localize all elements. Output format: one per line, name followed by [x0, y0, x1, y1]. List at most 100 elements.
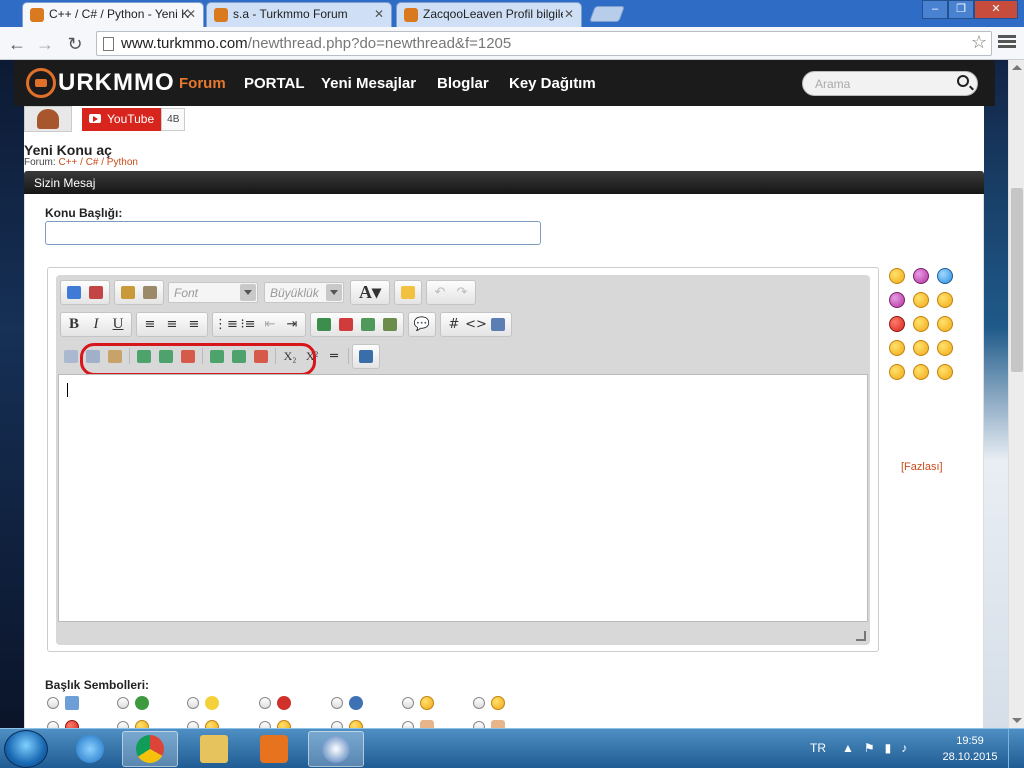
- maximize-button[interactable]: ❐: [948, 0, 974, 19]
- smiley-icon[interactable]: [889, 316, 905, 332]
- smiley-icon[interactable]: [937, 364, 953, 380]
- symbol-radio[interactable]: [473, 697, 485, 709]
- italic-button[interactable]: I: [85, 314, 107, 334]
- source-mode-icon[interactable]: [355, 346, 377, 366]
- outdent-icon[interactable]: ⇤: [259, 314, 281, 334]
- reload-icon[interactable]: ↻: [64, 33, 86, 55]
- close-tab-icon[interactable]: ✕: [374, 3, 384, 26]
- indent-icon[interactable]: ⇥: [281, 314, 303, 334]
- align-right-icon[interactable]: ≡: [183, 314, 205, 334]
- smiley-icon[interactable]: [913, 292, 929, 308]
- close-window-button[interactable]: ✕: [974, 0, 1018, 19]
- site-logo[interactable]: URKMMO: [26, 67, 175, 99]
- more-smilies-link[interactable]: [Fazlası]: [901, 461, 943, 473]
- subject-input[interactable]: [45, 221, 541, 245]
- align-left-icon[interactable]: ≡: [139, 314, 161, 334]
- avatar[interactable]: [24, 106, 72, 132]
- action-center-icon[interactable]: ⚑: [864, 741, 875, 755]
- remove-link-icon[interactable]: [335, 314, 357, 334]
- back-icon[interactable]: ←: [6, 33, 28, 55]
- search-input[interactable]: Arama: [802, 71, 978, 96]
- system-clock[interactable]: 19:59 28.10.2015: [942, 733, 998, 765]
- smiley-icon[interactable]: [913, 340, 929, 356]
- language-indicator[interactable]: TR: [810, 741, 826, 755]
- align-center-icon[interactable]: ≡: [161, 314, 183, 334]
- smiley-icon[interactable]: [913, 268, 929, 284]
- minimize-button[interactable]: –: [922, 0, 948, 19]
- page-scrollbar[interactable]: [1008, 60, 1024, 728]
- ordered-list-icon[interactable]: ⋮≡: [214, 314, 238, 334]
- insert-link-icon[interactable]: [313, 314, 335, 334]
- close-tab-icon[interactable]: ✕: [186, 3, 196, 26]
- font-select[interactable]: Font: [168, 281, 258, 303]
- smiley-icon[interactable]: [889, 292, 905, 308]
- symbol-radio[interactable]: [187, 697, 199, 709]
- smiley-icon[interactable]: [889, 268, 905, 284]
- scroll-down-icon[interactable]: [1012, 718, 1022, 723]
- breadcrumb-link[interactable]: C++ / C# / Python: [58, 157, 138, 168]
- volume-icon[interactable]: ♪: [901, 741, 907, 755]
- insert-image-icon[interactable]: [357, 314, 379, 334]
- browser-tab[interactable]: C++ / C# / Python - Yeni K ✕: [22, 2, 204, 27]
- network-icon[interactable]: ▮: [885, 741, 892, 755]
- smiley-icon[interactable]: [937, 316, 953, 332]
- youtube-button[interactable]: YouTube 4B: [82, 108, 186, 131]
- browser-tab[interactable]: ZacqooLeaven Profil bilgile ✕: [396, 2, 582, 27]
- smiley-icon[interactable]: [889, 364, 905, 380]
- nav-new-posts[interactable]: Yeni Mesajlar: [321, 75, 416, 92]
- smiley-icon[interactable]: [937, 340, 953, 356]
- unordered-list-icon[interactable]: ⁝≡: [237, 314, 259, 334]
- bold-button[interactable]: B: [63, 314, 85, 334]
- underline-button[interactable]: U: [107, 314, 129, 334]
- clear-format-icon[interactable]: [85, 282, 107, 302]
- tray-expand-icon[interactable]: ▲: [842, 741, 854, 755]
- scroll-thumb[interactable]: [1011, 188, 1023, 372]
- symbol-radio[interactable]: [402, 697, 414, 709]
- nav-blogs[interactable]: Bloglar: [437, 75, 489, 92]
- insert-video-icon[interactable]: [379, 314, 401, 334]
- remove-format-icon[interactable]: [63, 282, 85, 302]
- symbol-radio[interactable]: [331, 697, 343, 709]
- taskbar-media-player[interactable]: [246, 731, 302, 767]
- nav-key-distribution[interactable]: Key Dağıtım: [509, 75, 596, 92]
- smiley-icon[interactable]: [937, 268, 953, 284]
- message-textarea[interactable]: [58, 374, 868, 622]
- new-tab-button[interactable]: [589, 6, 625, 22]
- start-button[interactable]: [4, 730, 48, 768]
- paste-text-icon[interactable]: [139, 282, 161, 302]
- forward-icon[interactable]: →: [34, 33, 56, 55]
- smiley-icon[interactable]: [937, 292, 953, 308]
- smiley-icon[interactable]: [913, 364, 929, 380]
- scroll-up-icon[interactable]: [1012, 65, 1022, 70]
- undo-icon[interactable]: ↶: [429, 282, 451, 302]
- quote-icon[interactable]: 💬: [411, 314, 433, 334]
- hash-button[interactable]: #: [443, 314, 465, 334]
- chrome-menu-icon[interactable]: [998, 33, 1016, 51]
- smiley-icon[interactable]: [397, 282, 419, 302]
- taskbar-explorer[interactable]: [186, 731, 242, 767]
- nav-portal[interactable]: PORTAL: [244, 75, 305, 92]
- browser-tab[interactable]: s.a - Turkmmo Forum ✕: [206, 2, 392, 27]
- font-color-button[interactable]: A ▾: [353, 282, 387, 302]
- horizontal-rule-icon[interactable]: ═: [323, 346, 345, 366]
- taskbar-game-launcher[interactable]: [308, 731, 364, 767]
- close-tab-icon[interactable]: ✕: [564, 3, 574, 26]
- symbol-radio[interactable]: [47, 697, 59, 709]
- php-icon[interactable]: [487, 314, 509, 334]
- resize-handle[interactable]: [856, 631, 866, 641]
- bookmark-star-icon[interactable]: ☆: [971, 32, 987, 53]
- redo-icon[interactable]: ↷: [451, 282, 473, 302]
- address-bar[interactable]: www.turkmmo.com/newthread.php?do=newthre…: [96, 31, 992, 56]
- paste-icon[interactable]: [117, 282, 139, 302]
- smiley-icon[interactable]: [889, 340, 905, 356]
- code-button[interactable]: <>: [465, 314, 487, 334]
- insert-table-icon[interactable]: [60, 346, 82, 366]
- show-desktop-button[interactable]: [1008, 729, 1024, 768]
- symbol-radio[interactable]: [117, 697, 129, 709]
- taskbar-chrome[interactable]: [122, 731, 178, 767]
- size-select[interactable]: Büyüklük: [264, 281, 344, 303]
- nav-forum[interactable]: Forum: [179, 75, 226, 92]
- taskbar-internet-explorer[interactable]: [62, 731, 118, 767]
- search-icon[interactable]: [957, 75, 969, 87]
- symbol-radio[interactable]: [259, 697, 271, 709]
